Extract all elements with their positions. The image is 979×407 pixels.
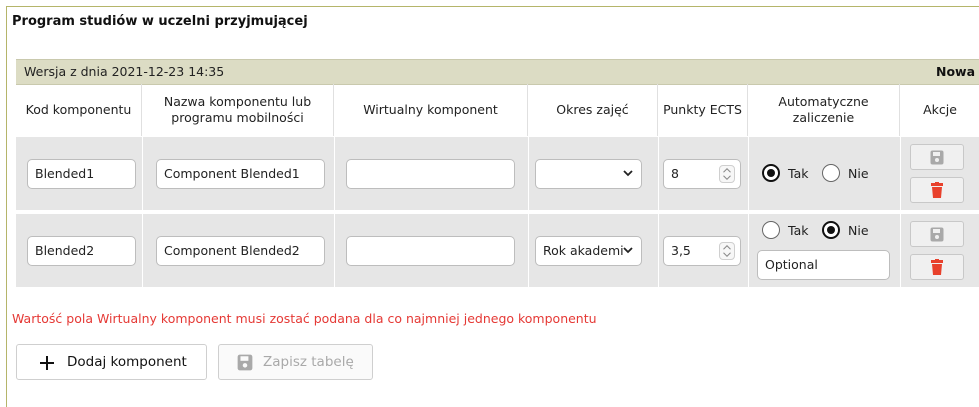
note-input[interactable]: Optional [757, 250, 890, 280]
save-row-button[interactable] [910, 221, 964, 247]
trash-icon [931, 259, 943, 275]
header-actions: Akcje [923, 102, 957, 117]
section-title: Program studiów w uczelni przyjmującej [12, 14, 308, 29]
version-label: Wersja z dnia 2021-12-23 14:35 [24, 64, 225, 79]
validation-error: Wartość pola Wirtualny komponent musi zo… [12, 311, 597, 326]
header-ects: Punkty ECTS [658, 84, 748, 136]
auto-yes-radio[interactable] [762, 221, 780, 239]
header-name: Nazwa komponentu lub programu mobilności [142, 84, 334, 136]
auto-yes-radio[interactable] [762, 164, 780, 182]
header-virtual: Wirtualny komponent [334, 84, 528, 136]
ects-input[interactable]: 8 [663, 159, 741, 189]
ects-value: 8 [671, 166, 679, 181]
floppy-disk-icon [930, 150, 944, 164]
auto-no-label: Nie [848, 223, 869, 238]
delete-row-button[interactable] [910, 177, 964, 203]
auto-no-radio[interactable] [822, 164, 840, 182]
virtual-input[interactable] [346, 236, 515, 266]
period-select[interactable]: Rok akademi [535, 236, 642, 266]
save-row-button[interactable] [910, 144, 964, 170]
name-input[interactable]: Component Blended2 [156, 236, 325, 266]
chevron-down-icon [623, 247, 633, 254]
period-select-value: Rok akademi [543, 243, 624, 258]
add-component-label: Dodaj komponent [67, 354, 187, 370]
auto-yes-label: Tak [788, 223, 809, 238]
spinner-icon[interactable] [719, 242, 735, 260]
name-input[interactable]: Component Blended1 [156, 159, 325, 189]
virtual-input[interactable] [346, 159, 515, 189]
table-row: Blended1 Component Blended1 8 Tak Nie [16, 137, 979, 210]
trash-icon [931, 182, 943, 198]
floppy-disk-icon [237, 354, 253, 371]
chevron-down-icon [623, 170, 633, 177]
version-new-label[interactable]: Nowa [936, 64, 975, 79]
version-bar: Wersja z dnia 2021-12-23 14:35 Nowa [16, 59, 979, 85]
ects-input[interactable]: 3,5 [663, 236, 741, 266]
plus-icon [40, 356, 54, 370]
header-period: Okres zajęć [528, 84, 658, 136]
save-table-label: Zapisz tabelę [263, 354, 354, 370]
header-code: Kod komponentu [16, 84, 142, 136]
delete-row-button[interactable] [910, 254, 964, 280]
add-component-button[interactable]: Dodaj komponent [16, 344, 207, 380]
ects-value: 3,5 [671, 243, 691, 258]
save-table-button[interactable]: Zapisz tabelę [218, 344, 373, 380]
code-input[interactable]: Blended2 [27, 236, 136, 266]
auto-no-label: Nie [848, 166, 869, 181]
period-select[interactable] [535, 159, 642, 189]
spinner-icon[interactable] [719, 165, 735, 183]
auto-no-radio[interactable] [822, 221, 840, 239]
header-auto: Automatyczne zaliczenie [748, 84, 900, 136]
auto-yes-label: Tak [788, 166, 809, 181]
table-row: Blended2 Component Blended2 Rok akademi … [16, 214, 979, 287]
code-input[interactable]: Blended1 [27, 159, 136, 189]
floppy-disk-icon [930, 227, 944, 241]
